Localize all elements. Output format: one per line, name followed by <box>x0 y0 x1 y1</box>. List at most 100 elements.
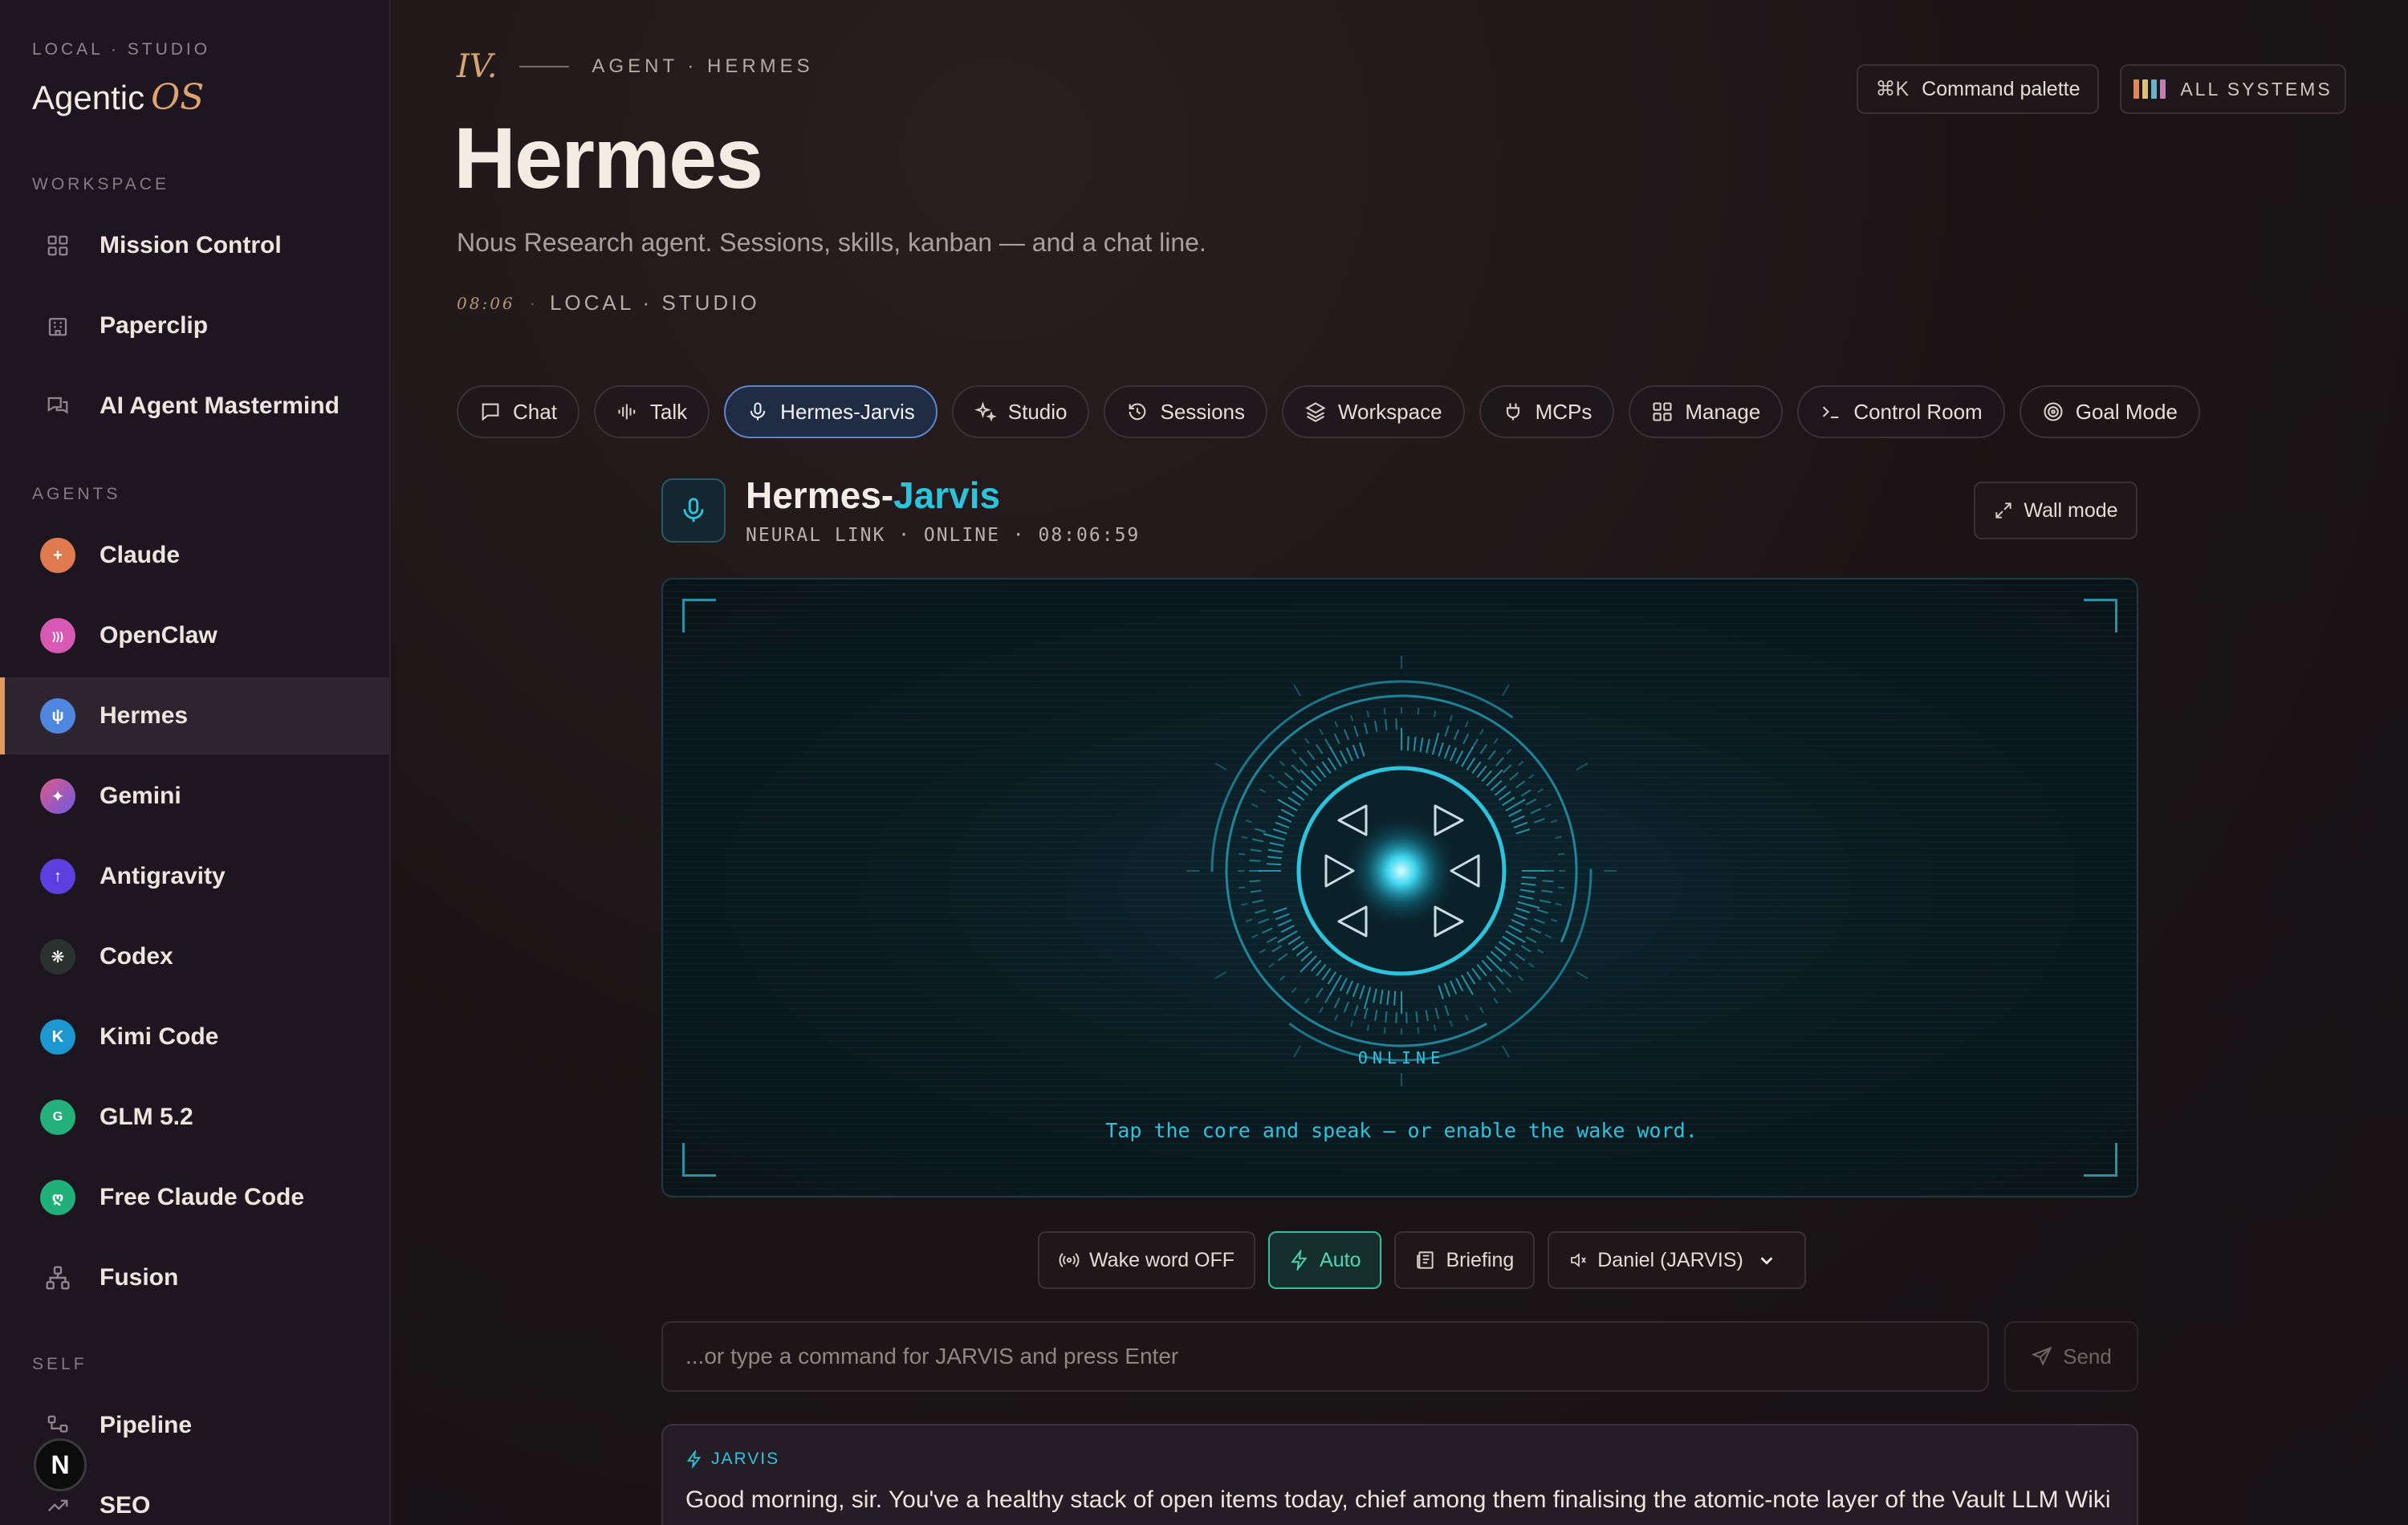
hud-tick <box>1321 761 1332 775</box>
hud-tick <box>1520 889 1536 893</box>
hud-tick <box>1255 909 1267 914</box>
briefing-button[interactable]: Briefing <box>1394 1231 1536 1289</box>
tab-hermes-jarvis[interactable]: Hermes-Jarvis <box>724 385 938 438</box>
tab-workspace[interactable]: Workspace <box>1281 385 1465 438</box>
tab-mcps[interactable]: MCPs <box>1479 385 1615 438</box>
hud-tick <box>1576 971 1588 979</box>
jarvis-reply-card: JARVIS Good morning, sir. You've a healt… <box>661 1424 2138 1525</box>
hud-tick <box>1528 774 1535 779</box>
hud-tick <box>1576 762 1588 771</box>
send-label: Send <box>2063 1344 2112 1368</box>
sidebar-item-hermes[interactable]: ψ Hermes <box>0 677 391 754</box>
hud-tick <box>1542 880 1554 883</box>
hud-tick <box>1502 968 1512 978</box>
hud-tick <box>1364 1007 1369 1019</box>
hud-tick <box>1455 978 1464 992</box>
hud-tick <box>1241 836 1248 840</box>
sidebar-item-claude[interactable]: + Claude <box>0 517 391 594</box>
hud-tick <box>1280 808 1295 817</box>
breadcrumb: AGENT · HERMES <box>592 55 814 77</box>
hud-tick <box>1494 785 1507 796</box>
hud-tick <box>1509 772 1519 781</box>
hud-tick <box>1494 946 1507 957</box>
sidebar-item-kimi-code[interactable]: K Kimi Code <box>0 998 391 1076</box>
section-label-workspace: WORKSPACE <box>32 175 169 193</box>
tab-manage[interactable]: Manage <box>1629 385 1784 438</box>
hud-tick <box>1551 918 1558 922</box>
hud-tick <box>1277 780 1288 789</box>
hud-tick <box>1493 738 1499 744</box>
hud-tick <box>1250 889 1262 893</box>
avatar[interactable]: N <box>34 1438 87 1491</box>
hud-tick <box>1267 856 1282 860</box>
hud-tick <box>1479 1007 1484 1014</box>
divider <box>519 66 570 67</box>
hud-tick <box>1300 769 1317 787</box>
tab-talk[interactable]: Talk <box>593 385 710 438</box>
hud-tick <box>1525 936 1537 944</box>
sidebar-item-codex[interactable]: ❋ Codex <box>0 918 391 995</box>
command-input[interactable] <box>685 1344 1987 1369</box>
sidebar-item-ai-agent-mastermind[interactable]: AI Agent Mastermind <box>0 368 391 445</box>
hud-tick <box>1321 967 1332 981</box>
hud-tick <box>1413 736 1417 751</box>
command-palette-label: Command palette <box>1922 77 2081 100</box>
tab-label: Manage <box>1685 399 1761 424</box>
sidebar-item-gemini[interactable]: ✦ Gemini <box>0 758 391 835</box>
hud-tick <box>1287 935 1301 946</box>
hud-tick <box>1316 765 1327 779</box>
hud-tick <box>1353 725 1359 737</box>
hud-tick <box>1518 975 1524 982</box>
wake-word-toggle[interactable]: Wake word OFF <box>1038 1231 1256 1289</box>
all-systems-button[interactable]: ALL SYSTEMS <box>2120 64 2346 114</box>
hud-tick <box>1405 1011 1408 1023</box>
reactor-core-button[interactable] <box>1296 766 1507 976</box>
hud-tick <box>1515 907 1531 913</box>
hud-tick <box>1327 757 1337 771</box>
sidebar-item-paperclip[interactable]: Paperclip <box>0 287 391 364</box>
hud-tick <box>1271 945 1283 953</box>
wall-mode-button[interactable]: Wall mode <box>1974 482 2138 539</box>
sidebar-item-antigravity[interactable]: ↑ Antigravity <box>0 838 391 915</box>
wall-mode-label: Wall mode <box>2024 498 2118 522</box>
sidebar-item-fusion[interactable]: Fusion <box>0 1239 391 1316</box>
hud-tick <box>1520 789 1531 797</box>
hud-tick <box>1307 750 1316 760</box>
hud-tick <box>1481 959 1493 972</box>
history-icon <box>1129 403 1146 421</box>
hud-tick <box>1487 982 1496 992</box>
hud-tick <box>1352 982 1360 998</box>
brand-logo[interactable]: Agentic OS <box>32 77 204 118</box>
hud-tick <box>1530 927 1542 934</box>
tab-goal-mode[interactable]: Goal Mode <box>2019 385 2200 438</box>
sidebar-item-openclaw[interactable]: ))) OpenClaw <box>0 597 391 674</box>
hud-tick <box>1426 738 1430 754</box>
voice-select[interactable]: Daniel (JARVIS) <box>1548 1231 1806 1289</box>
tab-studio[interactable]: Studio <box>951 385 1090 438</box>
sidebar-item-free-claude-code[interactable]: ღ Free Claude Code <box>0 1159 391 1236</box>
hud-tick <box>1486 955 1503 973</box>
sidebar-item-mission-control[interactable]: Mission Control <box>0 207 391 284</box>
auto-toggle[interactable]: Auto <box>1268 1231 1382 1289</box>
hud-tick <box>1479 743 1488 754</box>
hud-tick <box>1300 955 1317 973</box>
hud-tick <box>1487 750 1496 760</box>
hud-tick <box>1395 718 1397 730</box>
grid-icon <box>42 230 74 262</box>
hud-tick <box>1343 1001 1350 1013</box>
sidebar-item-label: Paperclip <box>100 312 209 339</box>
hud-tick <box>1214 762 1227 771</box>
section-label-agents: AGENTS <box>32 485 121 503</box>
hud-tick <box>1293 684 1301 697</box>
hud-tick <box>1444 725 1450 737</box>
tab-chat[interactable]: Chat <box>457 385 580 438</box>
hud-tick <box>1280 925 1295 933</box>
waveform-icon <box>618 404 636 420</box>
command-palette-button[interactable]: ⌘K Command palette <box>1857 64 2099 114</box>
sidebar-item-glm[interactable]: G GLM 5.2 <box>0 1079 391 1156</box>
tab-bar: Chat Talk Hermes-Jarvis Studio Sessions … <box>457 385 2200 438</box>
wake-word-label: Wake word OFF <box>1089 1248 1235 1271</box>
send-button[interactable]: Send <box>2004 1321 2138 1392</box>
tab-sessions[interactable]: Sessions <box>1104 385 1267 438</box>
tab-control-room[interactable]: Control Room <box>1797 385 2005 438</box>
